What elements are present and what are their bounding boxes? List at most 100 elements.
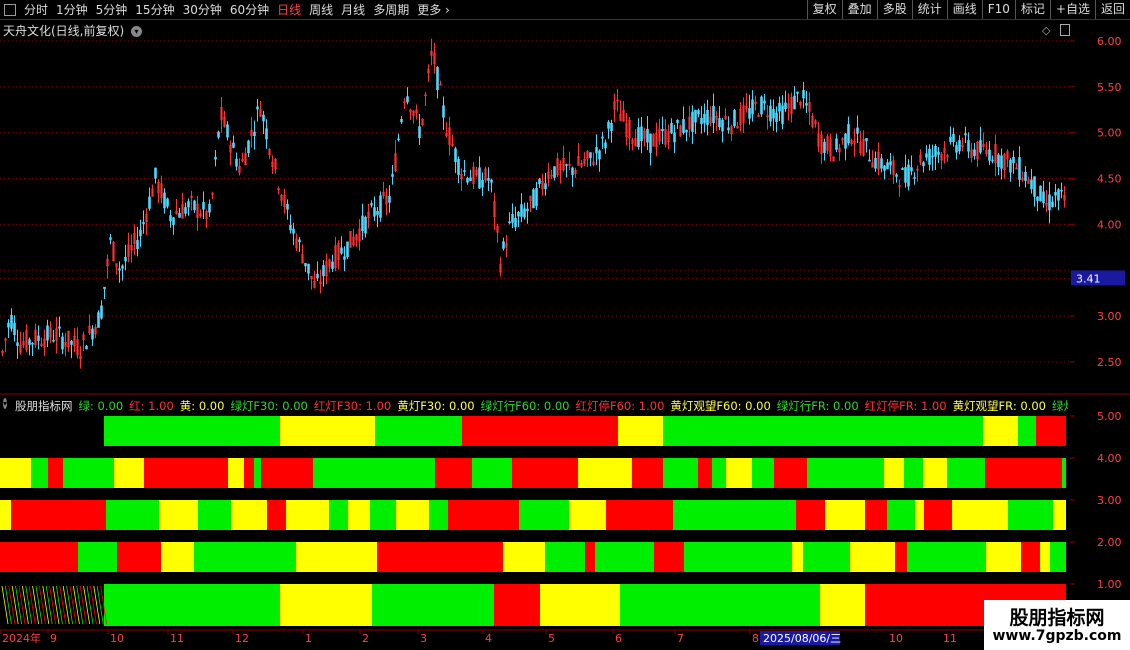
signal-band (0, 458, 31, 488)
candle-body (964, 133, 967, 136)
candle-body (61, 336, 64, 350)
signal-line (8, 585, 16, 625)
indicator-tick-label: 2.00 (1097, 536, 1122, 549)
time-tick-label: 4 (485, 632, 492, 645)
candle-body (526, 208, 529, 212)
candle-body (868, 159, 871, 162)
signal-band (752, 458, 774, 488)
signal-band (340, 542, 377, 572)
candle-body (1048, 194, 1051, 211)
candle-body (565, 164, 568, 166)
signal-band (472, 458, 512, 488)
signal-band (494, 584, 540, 626)
candle-body (28, 339, 31, 345)
signal-band (540, 584, 620, 626)
candle-body (124, 256, 127, 262)
signal-band (396, 500, 429, 530)
candle-body (508, 221, 511, 224)
signal-band (0, 542, 33, 572)
candle-body (865, 138, 868, 142)
signal-band (144, 458, 188, 488)
candle-body (202, 202, 205, 210)
indicator-tick-label: 4.00 (1097, 452, 1122, 465)
signal-band (976, 458, 985, 488)
price-tick-label: 4.50 (1097, 173, 1122, 186)
candle-body (256, 106, 259, 110)
signal-line (32, 585, 39, 625)
signal-line (96, 585, 104, 625)
candle-body (904, 167, 907, 183)
indicator-value: 红灯F30: 1.00 (313, 399, 392, 413)
candle-body (793, 95, 796, 110)
signal-band (448, 500, 483, 530)
signal-band (952, 500, 982, 530)
date-highlight-label: 2025/08/06/三 (763, 632, 841, 645)
candle-body (217, 131, 220, 138)
signal-band (412, 542, 445, 572)
candle-body (109, 237, 112, 240)
candle-body (784, 102, 787, 109)
signal-line (79, 585, 87, 625)
candle-body (46, 325, 49, 341)
indicator-value: 红灯停F60: 1.00 (575, 399, 665, 413)
indicator-value: 黄灯观望FR: 0.00 (952, 399, 1046, 413)
signal-band (370, 500, 396, 530)
candle-body (958, 140, 961, 152)
time-tick-label: 2024年 (2, 631, 41, 645)
signal-band (638, 500, 673, 530)
signal-band (330, 584, 372, 626)
candle-body (139, 229, 142, 237)
signal-line (35, 585, 43, 625)
time-tick-label: 2 (362, 632, 369, 645)
candle-body (478, 167, 481, 189)
signal-band (815, 542, 850, 572)
candle-body (604, 142, 607, 149)
signal-line (49, 585, 56, 625)
signal-line (52, 585, 60, 625)
indicator-header: ▾ 股朋指标网 绿: 0.00 红: 1.00 黄: 0.00 绿灯F30: 0.00… (3, 398, 1068, 414)
candlestick-chart[interactable]: 6.00 5.50 5.00 4.50 4.00 3.00 2.50 3.41 5.00 4.00… (0, 0, 1130, 650)
signal-band (512, 458, 548, 488)
candle-body (913, 177, 916, 179)
candle-body (193, 200, 196, 211)
candle-body (874, 158, 877, 169)
signal-band (348, 458, 387, 488)
candle-body (760, 96, 763, 115)
candle-body (673, 132, 676, 143)
candle-body (712, 106, 715, 123)
signal-band (161, 542, 194, 572)
candle-body (778, 102, 781, 112)
price-tick-label: 4.00 (1097, 218, 1122, 231)
candle-body (148, 196, 151, 209)
candle-body (391, 174, 394, 177)
candle-body (436, 67, 439, 91)
signal-band (435, 458, 472, 488)
signal-band (78, 542, 117, 572)
price-tick-label: 5.50 (1097, 81, 1122, 94)
signal-band (654, 542, 678, 572)
candle-body (172, 217, 175, 225)
candle-body (1009, 159, 1012, 173)
signal-band (907, 542, 949, 572)
candle-body (304, 263, 307, 267)
candle-body (733, 109, 736, 127)
signal-band (63, 458, 76, 488)
candle-body (286, 204, 289, 210)
candle-body (316, 273, 319, 279)
watermark-url: www.7gpzb.com (992, 628, 1122, 644)
candle-body (973, 149, 976, 157)
signal-band (188, 458, 205, 488)
chevron-down-icon[interactable]: ▾ (3, 398, 8, 409)
candle-body (265, 128, 268, 140)
signal-band (895, 542, 907, 572)
candle-body (184, 207, 187, 214)
signal-band (673, 500, 706, 530)
candle-body (346, 241, 349, 257)
candle-body (748, 108, 751, 119)
candle-body (379, 195, 382, 218)
signal-band (545, 542, 585, 572)
price-tick-label: 6.00 (1097, 35, 1122, 48)
candle-body (598, 150, 601, 160)
candle-body (886, 162, 889, 170)
signal-band (752, 542, 792, 572)
